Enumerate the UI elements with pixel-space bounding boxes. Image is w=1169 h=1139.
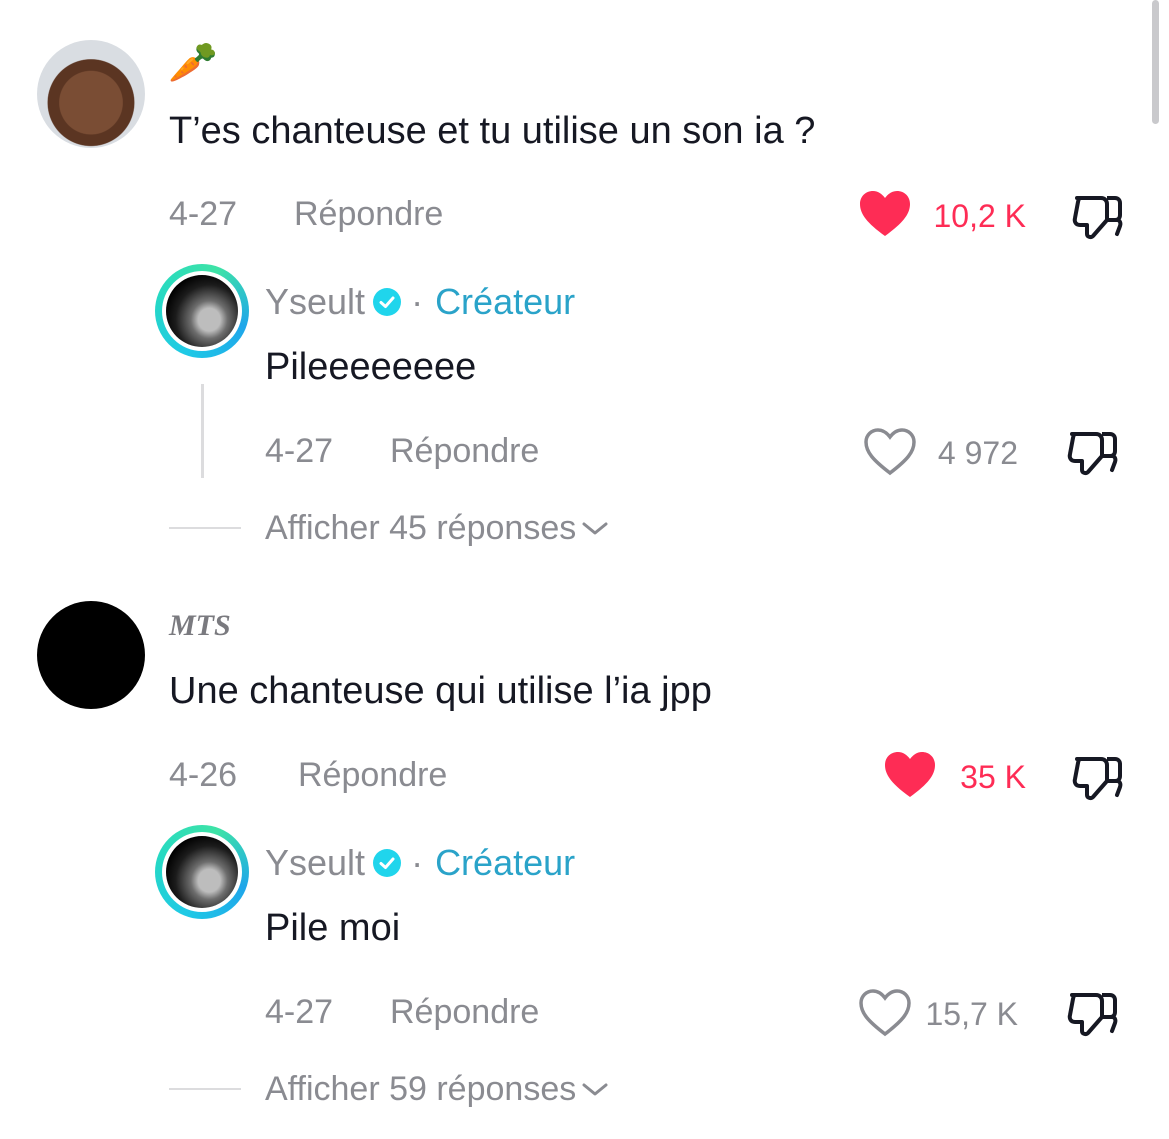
creator-avatar[interactable] — [155, 264, 249, 358]
comment-date: 4-26 — [169, 756, 238, 794]
like-count: 15,7 K — [925, 996, 1018, 1032]
commenter-avatar[interactable] — [37, 40, 145, 148]
reply-button[interactable]: Répondre — [294, 194, 443, 234]
dislike-icon[interactable] — [1066, 989, 1118, 1037]
heart-outline-icon[interactable] — [859, 989, 911, 1037]
reply-date: 4-27 — [265, 993, 334, 1031]
reply-author-row: Yseult · Créateur — [265, 841, 575, 885]
comment-date: 4-27 — [169, 195, 238, 233]
reply-author-name[interactable]: Yseult — [265, 841, 365, 885]
scrollbar[interactable] — [1152, 0, 1159, 124]
comment-text: Une chanteuse qui utilise l’ia jpp — [169, 670, 712, 712]
reply-button[interactable]: Répondre — [390, 431, 539, 471]
chevron-down-icon — [582, 1083, 608, 1096]
view-more-divider — [169, 1088, 241, 1090]
heart-outline-icon[interactable] — [864, 428, 916, 476]
reply-date: 4-27 — [265, 432, 334, 470]
reply-button[interactable]: Répondre — [298, 755, 447, 795]
creator-label: Créateur — [435, 281, 576, 322]
reply-button[interactable]: Répondre — [390, 992, 539, 1032]
view-more-divider — [169, 527, 241, 529]
reply-text: Pile moi — [265, 907, 401, 949]
commenter-name[interactable]: 🥕 — [168, 40, 218, 86]
view-replies-label: Afficher 59 réponses — [265, 1070, 577, 1108]
view-replies-button[interactable]: Afficher 45 réponses — [265, 508, 610, 548]
heart-filled-icon[interactable] — [884, 751, 936, 799]
view-replies-label: Afficher 45 réponses — [265, 509, 577, 547]
verified-badge-icon — [373, 288, 402, 316]
creator-avatar[interactable] — [155, 825, 249, 919]
like-count: 35 K — [960, 759, 1026, 795]
comment-text: T’es chanteuse et tu utilise un son ia ? — [169, 110, 816, 152]
name-separator: · — [411, 842, 424, 883]
reply-author-row: Yseult · Créateur — [265, 280, 575, 324]
reply-text: Pileeeeeeee — [265, 346, 477, 388]
dislike-icon[interactable] — [1071, 192, 1123, 240]
commenter-name[interactable]: MTS — [169, 609, 231, 643]
creator-label: Créateur — [435, 842, 576, 883]
heart-filled-icon[interactable] — [859, 190, 911, 238]
name-separator: · — [411, 281, 424, 322]
commenter-avatar[interactable] — [37, 601, 145, 709]
like-count: 10,2 K — [933, 198, 1026, 234]
thread-line — [201, 384, 204, 478]
dislike-icon[interactable] — [1066, 428, 1118, 476]
reply-author-name[interactable]: Yseult — [265, 280, 365, 324]
verified-badge-icon — [373, 849, 402, 877]
chevron-down-icon — [582, 522, 608, 535]
dislike-icon[interactable] — [1071, 753, 1123, 801]
like-count: 4 972 — [937, 435, 1018, 471]
view-replies-button[interactable]: Afficher 59 réponses — [265, 1069, 610, 1109]
